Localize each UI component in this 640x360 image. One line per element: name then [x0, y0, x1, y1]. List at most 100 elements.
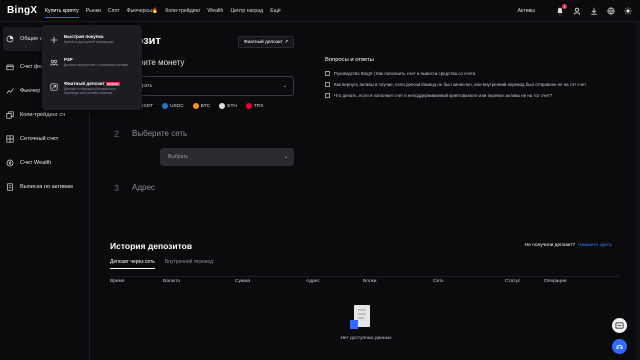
- coin-label: ETH: [227, 103, 237, 109]
- dropdown-item-p2p[interactable]: P2P Десятки мерчантов с оплатными ценами: [42, 54, 142, 70]
- p2p-icon: [50, 59, 58, 67]
- network-select[interactable]: Выбрать ⌄: [160, 148, 294, 166]
- history-table-header: Время Валюта Сумма Адрес Блоки Сеть Стат…: [110, 276, 620, 286]
- column-status: Статус: [505, 279, 521, 284]
- download-icon[interactable]: [590, 7, 598, 15]
- faq-item-text: Как вернуть активы в случае, если депози…: [334, 82, 587, 87]
- sidebar-item-wealth[interactable]: Счет Wealth: [0, 151, 89, 175]
- page-scrollbar[interactable]: [636, 22, 640, 360]
- sidebar-item-label: Выписка по активам: [20, 184, 73, 190]
- chevron-down-icon: ⌄: [282, 83, 287, 89]
- sidebar-item-grid-account[interactable]: Сеточный счет: [0, 127, 89, 151]
- not-received-text: Не получили депозит?: [524, 243, 576, 248]
- statement-icon: [6, 183, 14, 191]
- sidebar-item-label: Копи-трейдинг сч: [20, 112, 66, 118]
- nav-rewards-center[interactable]: Центр наград: [230, 8, 263, 14]
- dropdown-item-desc: Депозит с помощью безопасного перевода и…: [64, 86, 116, 96]
- nav-more[interactable]: Ещё: [270, 8, 281, 14]
- column-network: Сеть: [433, 279, 444, 284]
- document-icon: [325, 93, 330, 98]
- step3-title: Адрес: [132, 183, 155, 192]
- bell-icon[interactable]: 1: [556, 4, 567, 15]
- nav-futures[interactable]: Фьючерсы🔥: [127, 8, 159, 14]
- faq-item[interactable]: Руководство BingX | Как пополнить счет и…: [325, 71, 625, 76]
- nav-wealth[interactable]: Wealth: [207, 8, 223, 14]
- tab-internal-transfer[interactable]: Внутренний перевод: [165, 259, 213, 269]
- coin-label: BTC: [200, 103, 211, 109]
- dropdown-item-title: Фиатный депозит НОВОЕ: [64, 81, 130, 86]
- document-icon: [325, 82, 330, 87]
- click-here-link[interactable]: Нажмите здесь: [578, 243, 612, 248]
- globe-icon[interactable]: [607, 7, 615, 15]
- dropdown-item-fiat-deposit[interactable]: Фиатный депозит НОВОЕ Депозит с помощью б…: [42, 78, 142, 99]
- overview-icon: [6, 35, 14, 43]
- faq-item[interactable]: Что делать, если я пополнил счет и непод…: [325, 93, 625, 98]
- fund-icon: [6, 63, 14, 71]
- column-blocks: Блоки: [363, 279, 377, 284]
- dropdown-item-desc: Купить в доступной транзакции: [64, 40, 114, 44]
- coin-btc[interactable]: BTC: [192, 103, 211, 109]
- fiat-deposit-button[interactable]: Фиатный депозит ↗: [238, 36, 294, 48]
- column-address: Адрес: [306, 279, 320, 284]
- top-right-actions: Активы 1: [517, 0, 632, 22]
- step3-number: 3: [114, 183, 120, 193]
- top-nav: Купить криптy Рынки Спот Фьючерсы🔥 Копи-…: [45, 4, 288, 18]
- top-navigation-bar: BingX Купить криптy Рынки Спот Фьючерсы🔥…: [0, 0, 640, 22]
- sidebar-item-statement[interactable]: Выписка по активам: [0, 175, 89, 199]
- faq-item[interactable]: Как вернуть активы в случае, если депози…: [325, 82, 625, 87]
- step2-title: Выберите сеть: [132, 129, 188, 138]
- dropdown-item-quick-buy[interactable]: Быстрая покупка Купить в доступной транз…: [42, 31, 142, 47]
- sidebar-item-label: Сеточный счет: [20, 136, 59, 142]
- faq-title: Вопросы и ответы: [325, 57, 374, 63]
- dropdown-item-title: P2P: [64, 57, 73, 63]
- bingx-logo[interactable]: BingX: [7, 5, 45, 16]
- faq-item-text: Руководство BingX | Как пополнить счет и…: [334, 71, 476, 76]
- sidebar-item-label: Общие с: [20, 36, 43, 42]
- nav-markets[interactable]: Рынки: [86, 8, 101, 14]
- futures-icon: [6, 87, 14, 95]
- not-received-notice: Не получили депозит? Нажмите здесь: [525, 243, 612, 248]
- assets-link[interactable]: Активы: [517, 8, 535, 14]
- coin-select[interactable]: брать ⌄: [130, 76, 294, 96]
- coin-eth[interactable]: ETH: [219, 103, 237, 109]
- coin-usdc[interactable]: USDC: [162, 103, 184, 109]
- nav-spot[interactable]: Спот: [108, 8, 120, 14]
- sidebar-item-label: Счет Wealth: [20, 160, 52, 166]
- eth-icon: [219, 103, 226, 109]
- faq-item-text: Что делать, если я пополнил счет и непод…: [334, 93, 553, 98]
- wealth-icon: [6, 159, 14, 167]
- dropdown-item-title: Быстрая покупка: [64, 34, 104, 39]
- chat-float-button[interactable]: [612, 339, 627, 354]
- column-actions: Операции: [544, 279, 567, 284]
- column-time: Время: [110, 279, 125, 284]
- faq-section: Вопросы и ответы Руководство BingX | Как…: [325, 57, 625, 104]
- column-amount: Сумма: [235, 279, 251, 284]
- usdc-icon: [162, 103, 169, 109]
- main-content: позит Фиатный депозит ↗ берите монету бр…: [90, 23, 640, 360]
- dropdown-item-title-text: Фиатный депозит: [64, 80, 105, 86]
- sidebar-item-label: Счет фо: [20, 64, 42, 70]
- tab-network-deposit[interactable]: Депозит через сеть: [110, 259, 155, 269]
- grid-icon: [6, 135, 14, 143]
- document-icon: [325, 71, 330, 76]
- chevron-down-icon: ⌄: [283, 154, 288, 160]
- notification-badge: 1: [562, 4, 567, 9]
- popular-coins: USDT USDC BTC ETH TRX: [140, 103, 272, 109]
- nav-copy-trading[interactable]: Копи-трейдинг: [165, 8, 200, 14]
- empty-state-text: Нет доступных данных: [340, 336, 392, 341]
- empty-state-icon: [348, 304, 376, 335]
- history-tabs: Депозит через сеть Внутренний перевод: [110, 259, 223, 269]
- buy-crypto-dropdown: Быстрая покупка Купить в доступной транз…: [42, 25, 142, 110]
- copy-icon: [6, 111, 14, 119]
- fiat-icon: [50, 83, 58, 91]
- coin-label: USDC: [170, 103, 184, 109]
- user-icon[interactable]: [573, 7, 581, 15]
- network-select-placeholder: Выбрать: [168, 154, 189, 160]
- coin-trx[interactable]: TRX: [245, 103, 263, 109]
- nav-buy-crypto[interactable]: Купить криптy: [45, 8, 79, 18]
- support-float-button[interactable]: [612, 318, 627, 333]
- column-currency: Валюта: [163, 279, 180, 284]
- theme-icon[interactable]: [624, 7, 632, 15]
- plus-icon: [50, 36, 58, 44]
- btc-icon: [192, 103, 199, 109]
